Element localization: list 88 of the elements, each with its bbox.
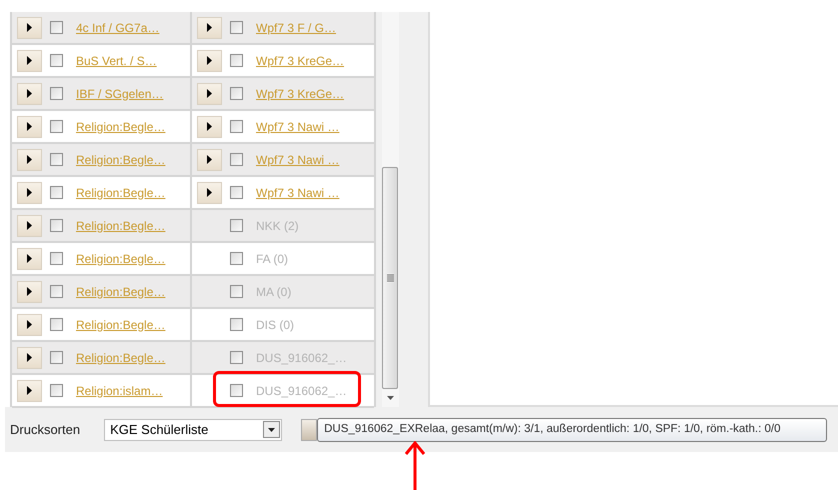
checkbox[interactable] (50, 153, 63, 166)
item-link[interactable]: Wpf7 3 Nawi … (256, 118, 340, 136)
expand-button[interactable] (17, 280, 42, 302)
expand-button[interactable] (17, 148, 42, 170)
arrow-drawing (404, 441, 426, 490)
print-types-label: Drucksorten (10, 420, 80, 439)
checkbox[interactable] (50, 285, 63, 298)
play-icon (27, 155, 32, 164)
expand-button[interactable] (17, 380, 42, 402)
expand-button[interactable] (17, 346, 42, 368)
item-link[interactable]: Religion:islam… (76, 382, 163, 400)
expand-button[interactable] (17, 50, 42, 72)
checkbox[interactable] (50, 318, 63, 331)
item-label: DIS (0) (256, 316, 294, 334)
item-link[interactable]: Religion:Begle… (76, 118, 166, 136)
item-link[interactable]: Religion:Begle… (76, 184, 166, 202)
play-icon (207, 89, 212, 98)
checkbox[interactable] (50, 21, 63, 34)
play-icon (27, 320, 32, 329)
expand-button[interactable] (17, 214, 42, 236)
expand-button[interactable] (197, 182, 222, 204)
small-button[interactable] (301, 418, 318, 440)
item-link[interactable]: Wpf7 3 F / G… (256, 18, 336, 36)
play-icon (27, 254, 32, 263)
checkbox[interactable] (50, 384, 63, 397)
dropdown-value: KGE Schülerliste (109, 420, 210, 439)
play-icon (207, 188, 212, 197)
item-link[interactable]: Wpf7 3 Nawi … (256, 184, 340, 202)
play-icon (207, 23, 212, 32)
play-icon (27, 188, 32, 197)
scrollbar[interactable] (382, 12, 399, 407)
item-link[interactable]: Religion:Begle… (76, 250, 166, 268)
item-link[interactable]: Religion:Begle… (76, 316, 166, 334)
checkbox[interactable] (50, 87, 63, 100)
expand-button[interactable] (17, 16, 42, 38)
item-link[interactable]: 4c Inf / GG7a… (76, 18, 160, 36)
checkbox[interactable] (50, 186, 63, 199)
expand-button[interactable] (17, 182, 42, 204)
expand-button[interactable] (17, 248, 42, 270)
play-icon (27, 386, 32, 395)
checkbox[interactable] (50, 252, 63, 265)
expand-button[interactable] (17, 314, 42, 336)
expand-button[interactable] (197, 50, 222, 72)
item-label: FA (0) (256, 250, 288, 268)
checkbox[interactable] (50, 219, 63, 232)
checkbox[interactable] (230, 186, 243, 199)
play-icon (207, 155, 212, 164)
item-link[interactable]: Religion:Begle… (76, 150, 166, 168)
expand-button[interactable] (197, 82, 222, 104)
item-link[interactable]: IBF / SGgelen… (76, 84, 164, 102)
item-link[interactable]: Wpf7 3 Nawi … (256, 150, 340, 168)
scroll-thumb[interactable] (382, 167, 398, 389)
checkbox[interactable] (230, 54, 243, 67)
play-icon (27, 89, 32, 98)
item-link[interactable]: Wpf7 3 KreGe… (256, 52, 344, 70)
print-type-dropdown[interactable]: KGE Schülerliste (104, 418, 282, 440)
expand-button[interactable] (197, 148, 222, 170)
tooltip: DUS_916062_EXRelaa, gesamt(m/w): 3/1, außerordentlich: 1/0, SPF: 1/0, röm.-kath.: 0/0 (317, 418, 828, 442)
checkbox[interactable] (230, 87, 243, 100)
play-icon (27, 287, 32, 296)
checkbox[interactable] (50, 54, 63, 67)
play-icon (27, 221, 32, 230)
checkbox[interactable] (50, 120, 63, 133)
item-link[interactable]: Religion:Begle… (76, 282, 166, 300)
expand-button[interactable] (197, 116, 222, 138)
play-icon (27, 23, 32, 32)
item-link[interactable]: Wpf7 3 KreGe… (256, 84, 344, 102)
item-label: NKK (2) (256, 218, 299, 234)
expand-button[interactable] (17, 116, 42, 138)
item-link[interactable]: BuS Vert. / S… (76, 52, 157, 70)
checkbox[interactable] (230, 21, 243, 34)
checkbox[interactable] (230, 120, 243, 133)
play-icon (27, 122, 32, 131)
item-link[interactable]: Religion:Begle… (76, 216, 166, 234)
expand-button[interactable] (17, 82, 42, 104)
expand-button[interactable] (197, 16, 222, 38)
play-icon (207, 56, 212, 65)
item-label: DUS_916062_… (256, 382, 347, 400)
item-label: MA (0) (256, 284, 292, 300)
checkbox[interactable] (50, 351, 63, 364)
play-icon (27, 353, 32, 362)
grip-icon (386, 274, 394, 282)
item-link[interactable]: Religion:Begle… (76, 348, 166, 366)
play-icon (27, 56, 32, 65)
checkbox[interactable] (230, 153, 243, 166)
scroll-down-icon[interactable] (387, 396, 394, 400)
play-icon (207, 122, 212, 131)
item-label: DUS_916062_… (256, 350, 347, 366)
